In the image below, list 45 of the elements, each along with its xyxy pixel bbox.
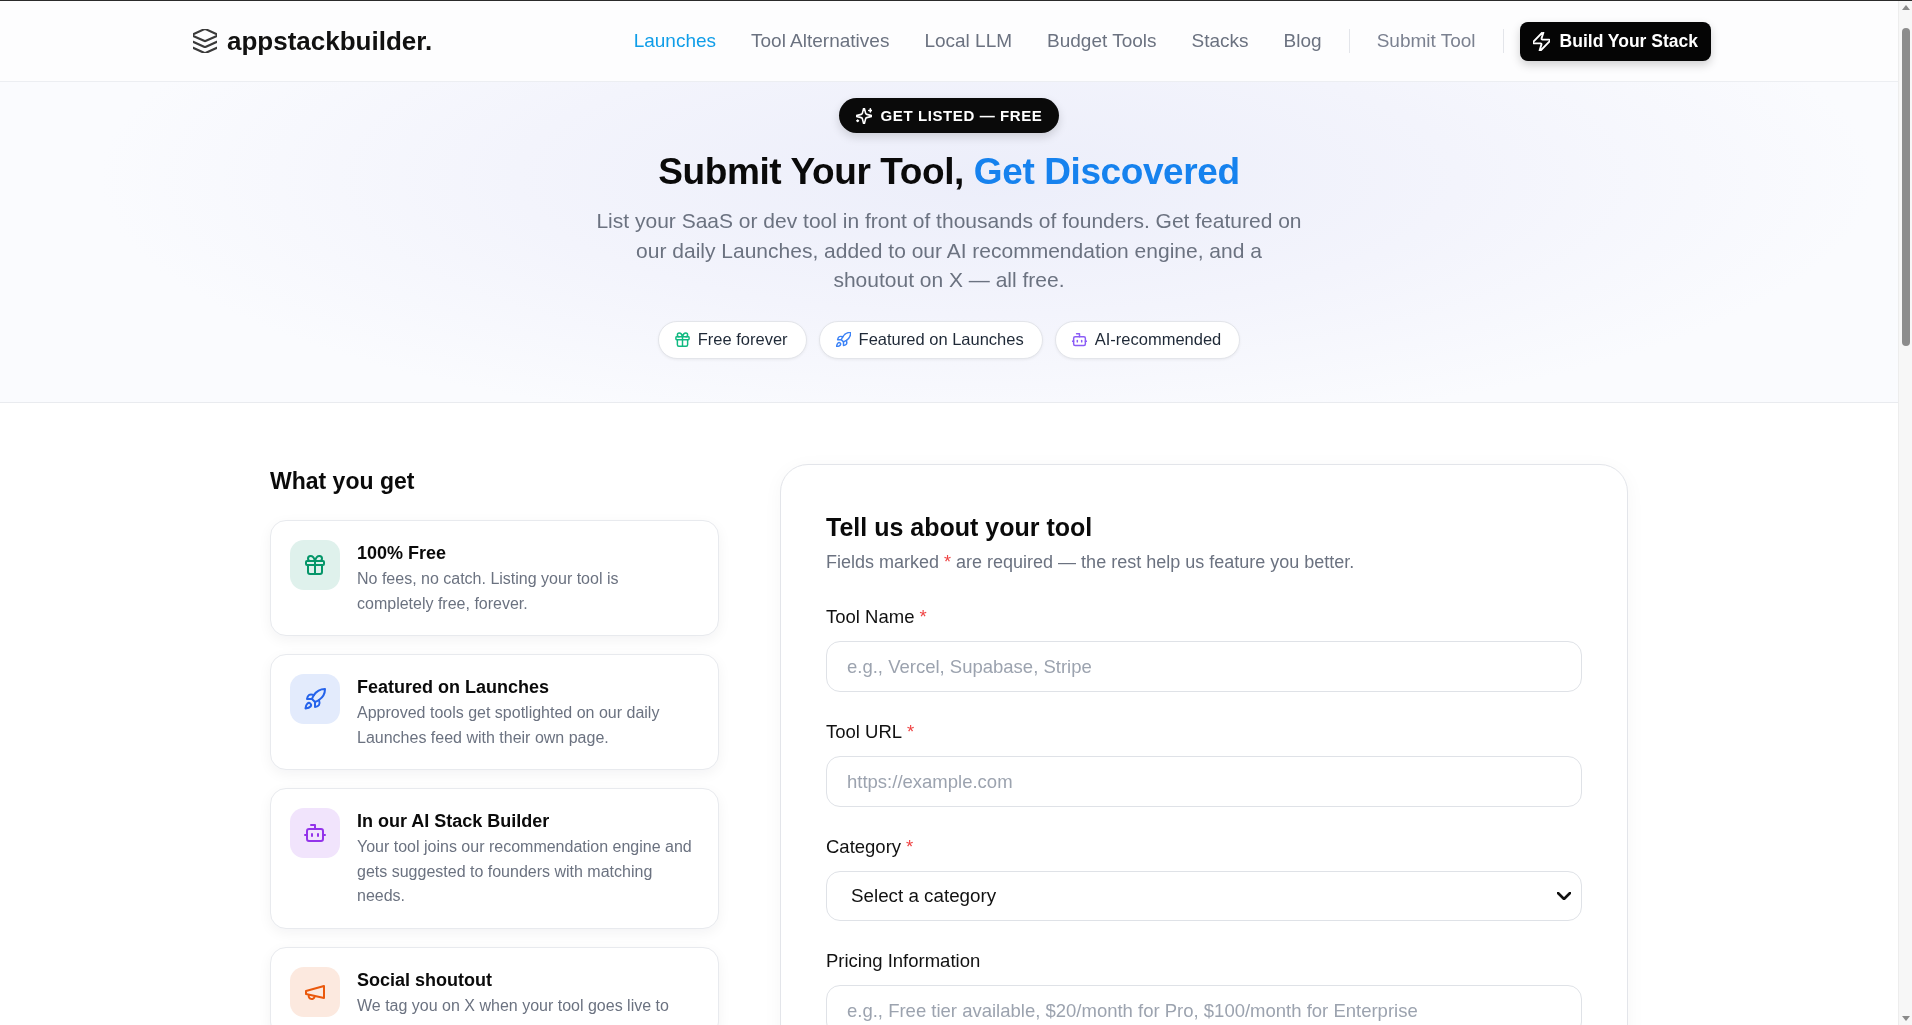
layers-icon[interactable] bbox=[193, 29, 217, 53]
nav-link[interactable]: Blog bbox=[1283, 30, 1322, 52]
logo-text[interactable]: appstackbuilder. bbox=[227, 25, 433, 57]
feature-name: Featured on Launches bbox=[858, 330, 1024, 349]
input-field[interactable]: e.g., Vercel, Supabase, Stripe bbox=[826, 641, 1582, 692]
benefit-description: We tag you on X when your tool goes live to bbox=[357, 995, 670, 1016]
rocket-icon bbox=[290, 674, 340, 724]
section-heading: What you get bbox=[270, 467, 416, 495]
sparkles-icon bbox=[855, 107, 872, 124]
caret-up-icon[interactable] bbox=[1901, 5, 1910, 10]
form-title: Tell us about your tool bbox=[826, 512, 1094, 543]
bolt-icon bbox=[1532, 31, 1550, 51]
gift-icon bbox=[290, 540, 340, 590]
field-label: Category * bbox=[826, 835, 915, 859]
benefit-title: 100% Free bbox=[357, 542, 448, 565]
chevron-down-icon bbox=[1557, 892, 1571, 900]
submit-tool-link[interactable]: Submit Tool bbox=[1376, 30, 1476, 52]
benefit-title: Social shoutout bbox=[357, 968, 493, 992]
build-stack-button[interactable]: Build Your Stack bbox=[1519, 21, 1711, 61]
benefit-title: In our AI Stack Builder bbox=[357, 810, 551, 833]
field-label: Tool Name * bbox=[826, 605, 928, 629]
megaphone-icon bbox=[290, 966, 340, 1017]
benefit-description: No fees, no catch. Listing your tool is completely free, forever. bbox=[357, 569, 620, 614]
feature-name: Free forever bbox=[697, 330, 788, 349]
select-field[interactable]: Select a category bbox=[826, 871, 1582, 921]
nav-link[interactable]: Budget Tools bbox=[1047, 30, 1157, 52]
nav-link[interactable]: Local LLM bbox=[924, 30, 1013, 52]
benefit-title: Featured on Launches bbox=[357, 676, 551, 699]
benefit-description: Your tool joins our recommendation engine and gets suggested to founders with matching needs. bbox=[357, 837, 693, 906]
input-field[interactable]: e.g., Free tier available, $20/month for Pro, $100/month for Enterprise bbox=[826, 985, 1582, 1025]
listing-offer-text: GET LISTED — FREE bbox=[880, 107, 1043, 124]
feature-name: AI-recommended bbox=[1094, 330, 1222, 349]
nav-link[interactable]: Stacks bbox=[1191, 30, 1249, 52]
nav-link[interactable]: Launches bbox=[633, 30, 717, 52]
robot-icon bbox=[290, 808, 340, 858]
benefit-description: Approved tools get spotlighted on our daily Launches feed with their own page. bbox=[357, 703, 661, 748]
nav-link[interactable]: Tool Alternatives bbox=[751, 30, 890, 52]
field-label: Tool URL * bbox=[826, 720, 916, 744]
field-label: Pricing Information bbox=[826, 949, 982, 973]
hero-title: Submit Your Tool, Get Discovered bbox=[658, 150, 1240, 194]
form-subtitle: Fields marked * are required — the rest help us feature you better. bbox=[826, 551, 1356, 574]
scrollbar-thumb[interactable] bbox=[1901, 28, 1910, 346]
caret-down-icon[interactable] bbox=[1901, 1016, 1910, 1021]
input-field[interactable]: https://example.com bbox=[826, 756, 1582, 807]
hero-description: List your SaaS or dev tool in front of thousands of founders. Get featured on our daily Launches, added to our AI recommendation engine, and a shoutout on X — all free. bbox=[595, 208, 1303, 293]
